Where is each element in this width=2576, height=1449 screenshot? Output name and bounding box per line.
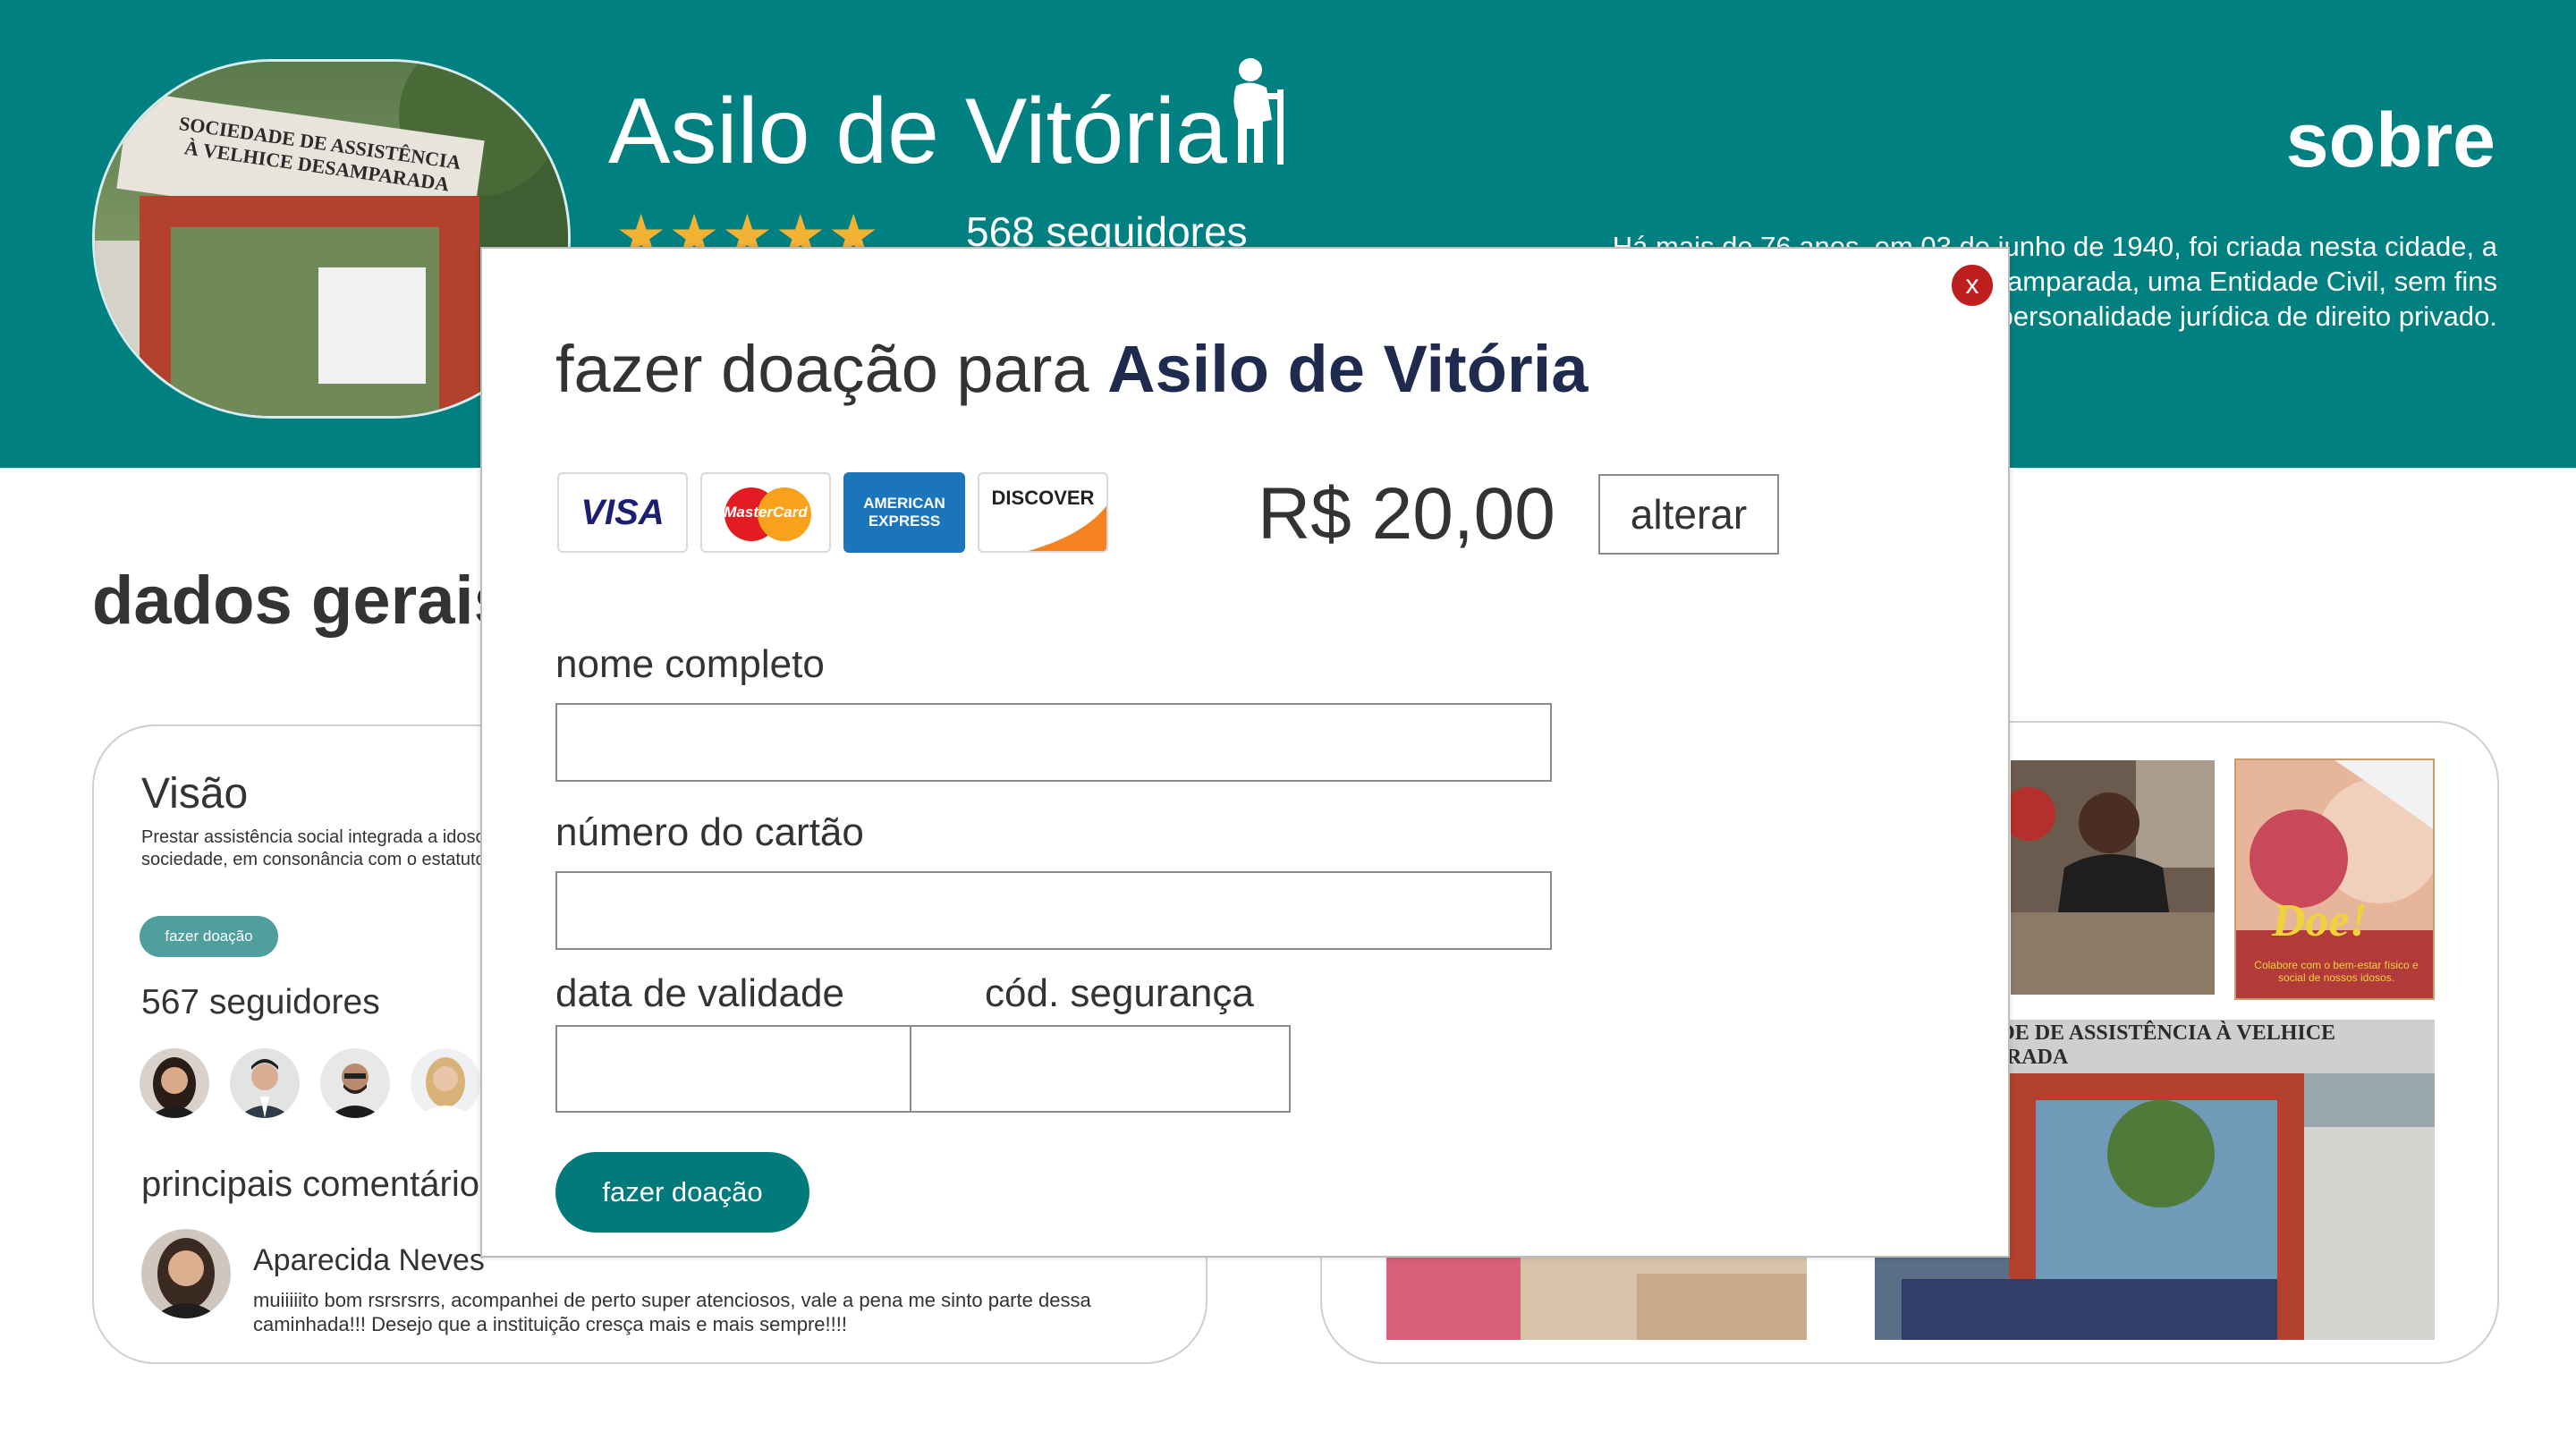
donation-modal: fazer doação para Asilo de Vitória VISA … [480, 247, 2010, 1258]
comment-text: muiiiiito bom rsrsrsrrs, acompanhei de p… [253, 1289, 1091, 1335]
modal-title-prefix: fazer doação para [555, 332, 1108, 406]
follower-avatar[interactable] [140, 1048, 209, 1118]
follower-avatar[interactable] [230, 1048, 300, 1118]
visa-logo-text: VISA [580, 492, 665, 532]
close-icon[interactable]: x [1950, 263, 1995, 308]
vision-title: Visão [141, 770, 249, 818]
donation-poster[interactable]: Doe! Colabore com o bem-estar físico e s… [2234, 758, 2435, 1000]
cvv-input[interactable] [910, 1025, 1291, 1113]
poster-caption: Colabore com o bem-estar físico e social… [2254, 959, 2419, 984]
expiry-label: data de validade [555, 971, 844, 1015]
submit-donation-button[interactable]: fazer doação [555, 1152, 809, 1233]
follower-avatar[interactable] [320, 1048, 390, 1118]
followers-count: 567 seguidores [141, 983, 380, 1021]
card-number-input[interactable] [555, 871, 1552, 950]
modal-title: fazer doação para Asilo de Vitória [555, 331, 1588, 407]
modal-title-org: Asilo de Vitória [1107, 332, 1589, 406]
about-title: sobre [2285, 97, 2496, 183]
amex-logo-text: AMERICAN EXPRESS [863, 495, 945, 530]
follower-avatar[interactable] [411, 1048, 480, 1118]
donate-small-button[interactable]: fazer doação [140, 916, 278, 957]
donation-amount: R$ 20,00 [1258, 473, 1555, 555]
amex-logo[interactable]: AMERICAN EXPRESS [843, 472, 965, 553]
page-title: Asilo de Vitória [608, 80, 1227, 183]
commenter-name: Aparecida Neves [253, 1243, 485, 1277]
commenter-avatar [141, 1229, 231, 1318]
change-amount-button[interactable]: alterar [1598, 474, 1779, 555]
mastercard-logo-text: MasterCard [724, 504, 808, 521]
cvv-label: cód. segurança [985, 971, 1254, 1015]
mastercard-logo[interactable]: MasterCard [700, 472, 831, 553]
comments-title: principais comentários [141, 1165, 497, 1204]
full-name-input[interactable] [555, 703, 1552, 782]
expiry-input[interactable] [555, 1025, 911, 1113]
elder-with-cane-icon [1233, 58, 1284, 165]
full-name-label: nome completo [555, 642, 825, 686]
card-number-label: número do cartão [555, 810, 864, 854]
gallery-photo[interactable] [1386, 1256, 1807, 1340]
discover-logo-text: DISCOVER [991, 487, 1095, 509]
poster-title: Doe! [2272, 895, 2368, 946]
gallery-photo[interactable] [2011, 760, 2215, 995]
discover-logo[interactable]: DISCOVER [978, 472, 1108, 553]
visa-logo[interactable]: VISA [557, 472, 688, 553]
section-title: dados gerais [92, 563, 512, 639]
